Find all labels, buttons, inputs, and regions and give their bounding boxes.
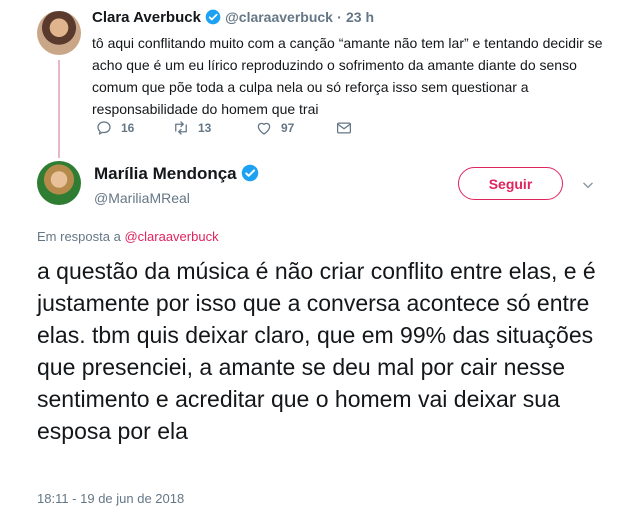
main-tweet-text: a questão da música é não criar conflito… [37,258,596,444]
retweet-icon [175,121,187,135]
reply-to-handle-link[interactable]: @claraaverbuck [124,229,218,244]
main-author-handle[interactable]: @MariliaMReal [94,190,190,206]
reply-icon [97,121,111,135]
like-icon [257,122,271,135]
like-count: 97 [281,121,295,135]
avatar[interactable] [37,11,81,55]
verified-icon [241,164,258,182]
main-author-row: Marília Mendonça [94,164,259,184]
verified-icon [205,9,221,25]
parent-tweet-actions: 16 13 97 [92,119,372,141]
main-author-name[interactable]: Marília Mendonça [94,164,237,183]
avatar[interactable] [37,161,81,205]
parent-author-row: Clara Averbuck @claraaverbuck · 23 h [92,9,374,26]
message-icon [336,122,352,134]
direct-message-button[interactable] [335,119,353,137]
parent-tweet-age[interactable]: 23 h [346,9,374,25]
chevron-down-icon[interactable] [581,178,595,192]
retweet-count: 13 [198,121,212,135]
like-button[interactable]: 97 [255,119,294,137]
reply-context: Em resposta a @claraaverbuck [37,229,219,244]
follow-button[interactable]: Seguir [458,167,563,200]
reply-count: 16 [121,121,135,135]
parent-author-name[interactable]: Clara Averbuck [92,9,201,26]
reply-prefix: Em resposta a [37,229,121,244]
reply-button[interactable]: 16 [95,119,134,137]
retweet-button[interactable]: 13 [172,119,211,137]
tweet-timestamp[interactable]: 18:11 - 19 de jun de 2018 [37,491,184,506]
parent-author-handle: @claraaverbuck [225,9,333,25]
separator-dot: · [337,9,342,25]
thread-connector-line [58,60,60,158]
parent-tweet-text: tô aqui conflitando muito com a canção “… [92,35,603,117]
